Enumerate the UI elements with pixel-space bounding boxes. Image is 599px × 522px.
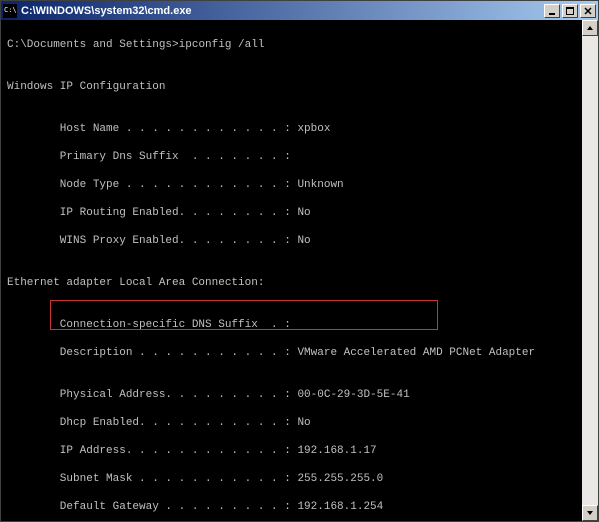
- output-line: Ethernet adapter Local Area Connection:: [7, 276, 592, 290]
- cmd-window: C:\WINDOWS\system32\cmd.exe C:\Documents…: [0, 0, 599, 522]
- scroll-down-button[interactable]: [582, 505, 598, 521]
- output-line: Description . . . . . . . . . . . : VMwa…: [7, 346, 592, 360]
- console-output[interactable]: C:\Documents and Settings>ipconfig /all …: [1, 20, 598, 521]
- output-line: Subnet Mask . . . . . . . . . . . : 255.…: [7, 472, 592, 486]
- output-line: IP Address. . . . . . . . . . . . : 192.…: [7, 444, 592, 458]
- vertical-scrollbar[interactable]: [582, 20, 598, 521]
- close-button[interactable]: [580, 4, 596, 18]
- maximize-icon: [566, 7, 574, 15]
- output-line: Windows IP Configuration: [7, 80, 592, 94]
- cmd-icon: [3, 4, 17, 18]
- output-line: Dhcp Enabled. . . . . . . . . . . : No: [7, 416, 592, 430]
- prompt: C:\Documents and Settings>: [7, 39, 179, 51]
- window-title: C:\WINDOWS\system32\cmd.exe: [21, 5, 544, 17]
- output-line: Host Name . . . . . . . . . . . . : xpbo…: [7, 122, 592, 136]
- titlebar[interactable]: C:\WINDOWS\system32\cmd.exe: [1, 1, 598, 20]
- chevron-down-icon: [586, 509, 594, 517]
- window-controls: [544, 4, 596, 18]
- output-line: Connection-specific DNS Suffix . :: [7, 318, 592, 332]
- output-line: WINS Proxy Enabled. . . . . . . . : No: [7, 234, 592, 248]
- output-line: Physical Address. . . . . . . . . : 00-0…: [7, 388, 592, 402]
- close-icon: [584, 7, 592, 15]
- output-line: Primary Dns Suffix . . . . . . . :: [7, 150, 592, 164]
- minimize-button[interactable]: [544, 4, 560, 18]
- command-text: ipconfig /all: [179, 39, 265, 51]
- chevron-up-icon: [586, 24, 594, 32]
- output-line: Default Gateway . . . . . . . . . : 192.…: [7, 500, 592, 514]
- minimize-icon: [548, 7, 556, 15]
- output-line: Node Type . . . . . . . . . . . . : Unkn…: [7, 178, 592, 192]
- scroll-track[interactable]: [582, 36, 598, 505]
- output-line: C:\Documents and Settings>ipconfig /all: [7, 38, 592, 52]
- output-line: IP Routing Enabled. . . . . . . . : No: [7, 206, 592, 220]
- scroll-up-button[interactable]: [582, 20, 598, 36]
- maximize-button[interactable]: [562, 4, 578, 18]
